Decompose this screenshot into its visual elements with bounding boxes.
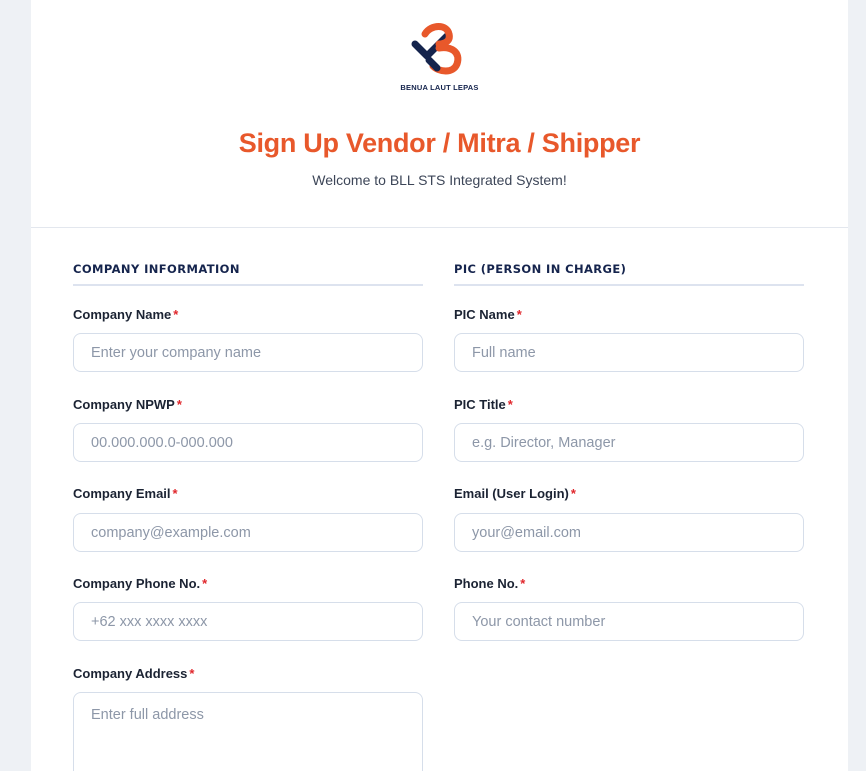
company-address-label: Company Address * [73,666,195,681]
required-mark: * [516,307,522,322]
bll-logo-icon [411,23,461,75]
required-mark: * [520,576,526,591]
page-title: Sign Up Vendor / Mitra / Shipper [238,128,641,158]
required-mark: * [189,666,195,681]
required-mark: * [507,397,513,412]
signup-card: BENUA LAUT LEPAS Sign Up Vendor / Mitra … [31,0,848,771]
pic-phone-label: Phone No. * [454,576,526,591]
required-mark: * [570,486,576,501]
company-email-label: Company Email * [73,486,178,501]
required-mark: * [202,576,208,591]
pic-name-input[interactable] [454,333,804,372]
pic-section-heading: PIC (PERSON IN CHARGE) [454,262,804,286]
required-mark: * [173,307,179,322]
pic-name-label: PIC Name * [454,307,522,322]
company-npwp-input[interactable] [73,423,423,462]
pic-email-input[interactable] [454,513,804,552]
company-email-input[interactable] [73,513,423,552]
pic-title-label: PIC Title * [454,397,513,412]
company-address-input[interactable] [73,692,423,771]
required-mark: * [176,397,182,412]
company-phone-label: Company Phone No. * [73,576,208,591]
required-mark: * [172,486,178,501]
signup-header: BENUA LAUT LEPAS Sign Up Vendor / Mitra … [31,0,848,228]
pic-phone-input[interactable] [454,602,804,641]
page-subtitle: Welcome to BLL STS Integrated System! [312,172,567,188]
company-name-input[interactable] [73,333,423,372]
company-npwp-label: Company NPWP * [73,397,182,412]
company-phone-input[interactable] [73,602,423,641]
company-section-heading: COMPANY INFORMATION [73,262,423,286]
pic-title-input[interactable] [454,423,804,462]
pic-email-label: Email (User Login) * [454,486,576,501]
brand-logo [31,22,848,83]
brand-name: BENUA LAUT LEPAS [400,83,479,92]
company-name-label: Company Name * [73,307,179,322]
